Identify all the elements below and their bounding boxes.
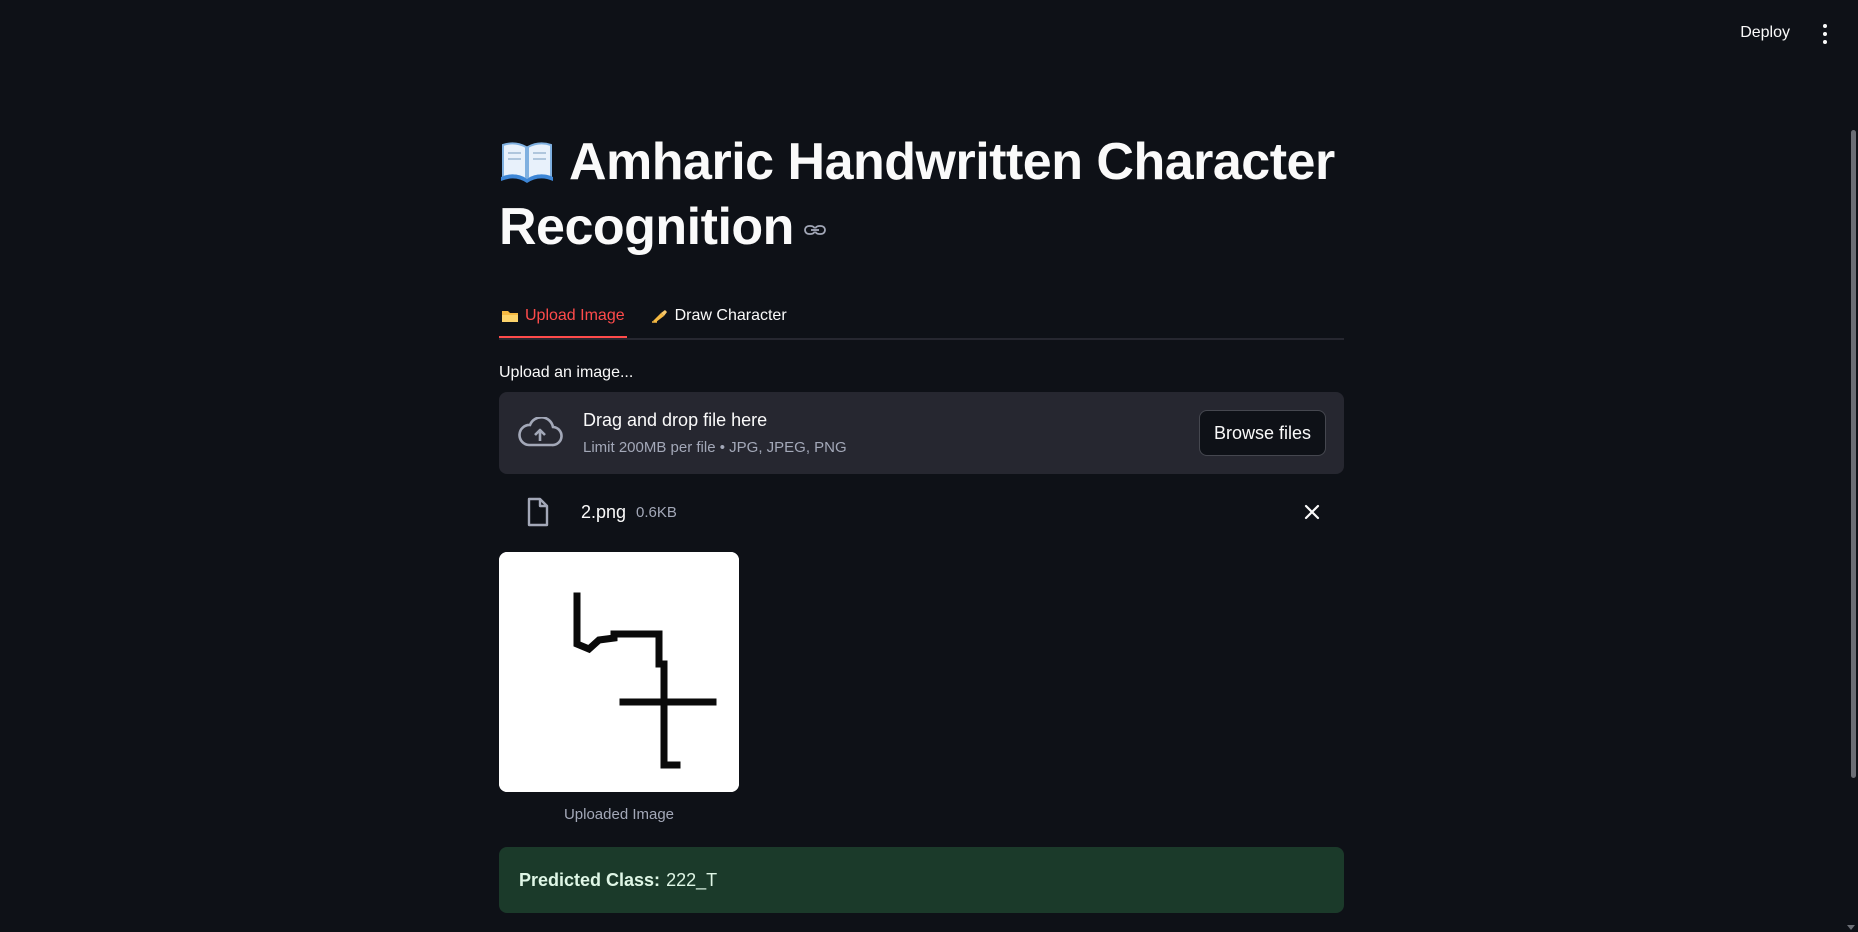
uploaded-image <box>499 552 739 792</box>
file-dropzone[interactable]: Drag and drop file here Limit 200MB per … <box>499 392 1344 474</box>
scrollbar[interactable] <box>1844 60 1858 932</box>
open-book-icon <box>501 142 553 183</box>
scrollbar-thumb[interactable] <box>1851 130 1856 778</box>
page-title-text: Amharic Handwritten Character Recognitio… <box>499 133 1335 256</box>
file-icon <box>527 497 549 527</box>
tab-list: Upload Image Draw Character <box>499 296 1344 340</box>
scroll-down-arrow-icon[interactable] <box>1847 925 1855 930</box>
remove-file-close-icon[interactable] <box>1302 502 1322 522</box>
prediction-label: Predicted Class: <box>519 869 661 890</box>
file-name: 2.png <box>581 501 627 522</box>
deploy-button[interactable]: Deploy <box>1732 20 1798 46</box>
uploaded-image-block: Uploaded Image <box>499 552 739 823</box>
tab-draw-character[interactable]: Draw Character <box>649 296 789 336</box>
image-caption: Uploaded Image <box>563 806 675 823</box>
dropzone-limits: Limit 200MB per file • JPG, JPEG, PNG <box>583 439 847 456</box>
prediction-value: 222_T <box>666 869 718 890</box>
anchor-link-icon[interactable] <box>804 223 826 237</box>
uploader-label: Upload an image... <box>499 364 634 381</box>
browse-files-button[interactable]: Browse files <box>1198 410 1326 456</box>
main-menu-icon[interactable] <box>1822 24 1828 44</box>
prediction-alert: Predicted Class: 222_T <box>499 847 1344 913</box>
page-title: Amharic Handwritten Character Recognitio… <box>499 130 1344 260</box>
cloud-upload-icon <box>518 417 563 447</box>
main-content: Amharic Handwritten Character Recognitio… <box>499 130 1344 913</box>
tab-upload-image[interactable]: Upload Image <box>499 296 627 338</box>
dropzone-instructions: Drag and drop file here <box>583 410 768 430</box>
file-size: 0.6KB <box>636 503 677 521</box>
tab-label: Upload Image <box>525 307 625 324</box>
writing-hand-icon <box>651 310 667 323</box>
uploaded-file-row: 2.png 0.6KB <box>499 490 1344 534</box>
tab-label: Draw Character <box>674 307 787 324</box>
folder-icon <box>502 311 518 322</box>
dropzone-text: Drag and drop file here Limit 200MB per … <box>583 410 1199 456</box>
app-root: Deploy Amharic Handwritten Character Rec… <box>0 0 1858 932</box>
